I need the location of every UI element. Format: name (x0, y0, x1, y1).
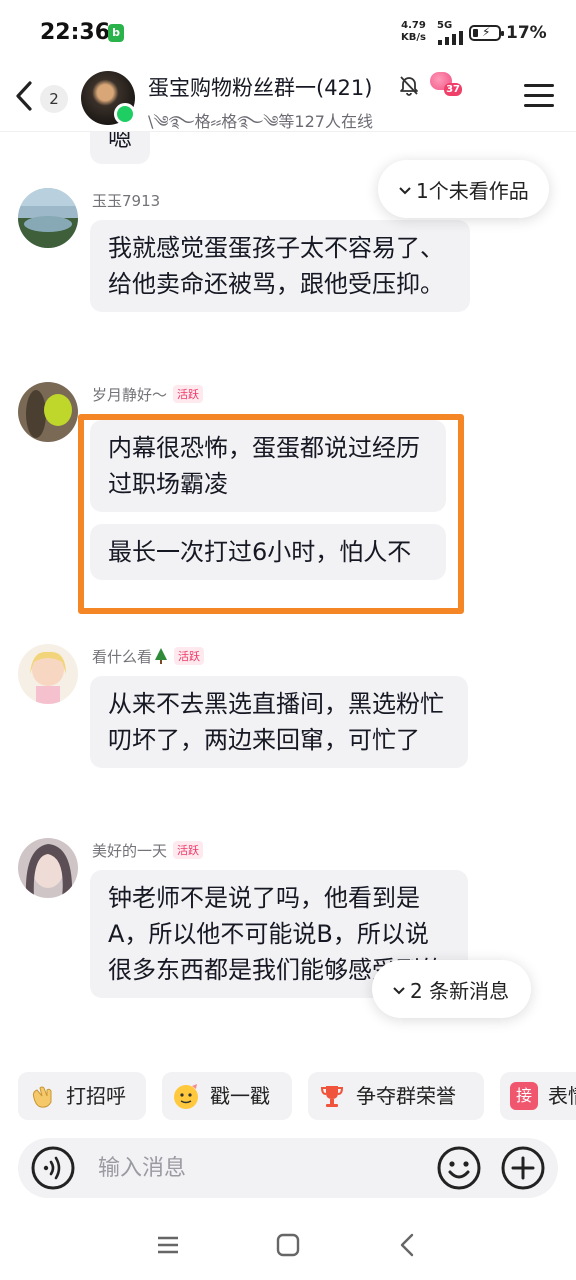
back-icon[interactable] (10, 78, 40, 114)
chat-header: 2 蛋宝购物粉丝群一(421) 37 \༄࿐格⸗⸗格࿐༄等127人在线 (0, 66, 576, 132)
message-input[interactable] (98, 1150, 418, 1186)
active-tag: 活跃 (173, 841, 204, 859)
mute-bell-icon (400, 76, 418, 96)
sticker-icon: 接 (510, 1082, 538, 1110)
quick-action-sticker[interactable]: 接 表情 (500, 1072, 576, 1120)
active-tag: 活跃 (173, 385, 204, 403)
avatar[interactable] (18, 644, 78, 704)
app-notification-icon: b (108, 24, 124, 42)
sender-name[interactable]: 看什么看 活跃 (92, 646, 205, 667)
home-icon[interactable] (273, 1230, 303, 1260)
message-bubble[interactable]: 嗯 (90, 132, 150, 164)
wave-hand-icon (32, 1086, 52, 1108)
group-title[interactable]: 蛋宝购物粉丝群一(421) (148, 72, 372, 102)
status-bar: 22:36 b 4.79 KB/s 5G ⚡ 17% (0, 0, 576, 66)
clock: 22:36 (40, 20, 111, 45)
trophy-icon (320, 1086, 344, 1107)
quick-action-wave[interactable]: 打招呼 (18, 1072, 146, 1120)
message-bubble[interactable]: 我就感觉蛋蛋孩子太不容易了、给他卖命还被骂，跟他受压抑。 (90, 220, 470, 312)
unread-count-badge[interactable]: 2 (40, 85, 68, 113)
sender-name-text: 岁月静好～ (92, 386, 168, 404)
sender-name-text: 看什么看 (92, 648, 153, 666)
system-nav-bar (0, 1210, 576, 1280)
network-type: 5G (437, 20, 453, 31)
sender-name-text: 美好的一天 (92, 842, 168, 860)
quick-action-label: 戳一戳 (210, 1084, 270, 1108)
new-messages-label: 2 条新消息 (410, 979, 510, 1003)
quick-action-label: 打招呼 (66, 1084, 126, 1108)
battery-percent: 17% (506, 23, 547, 43)
active-tag: 活跃 (174, 647, 205, 665)
menu-icon[interactable] (524, 84, 554, 112)
chevron-down-icon (399, 187, 411, 195)
network-speed-value: 4.79 (401, 20, 426, 31)
voice-input-icon[interactable] (30, 1145, 76, 1191)
group-level: 37 (444, 83, 462, 96)
plus-icon[interactable] (500, 1145, 546, 1191)
quick-action-label: 争夺群荣誉 (356, 1084, 456, 1108)
back-nav-icon[interactable] (393, 1230, 423, 1260)
online-status-dot (114, 103, 136, 125)
signal-icon (438, 31, 463, 45)
message-bubble[interactable]: 从来不去黑选直播间，黑选粉忙叨坏了，两边来回窜，可忙了 (90, 676, 468, 768)
network-speed-unit: KB/s (401, 32, 426, 43)
highlight-annotation-box (78, 414, 464, 614)
quick-action-label: 表情 (548, 1084, 576, 1108)
avatar[interactable] (18, 382, 78, 442)
network-speed: 4.79 KB/s (401, 20, 426, 44)
quick-action-honor[interactable]: 争夺群荣誉 (308, 1072, 484, 1120)
sender-name[interactable]: 美好的一天 活跃 (92, 840, 204, 861)
quick-actions-bar: 打招呼 戳一戳 争夺群荣誉 接 表情 (0, 1072, 576, 1124)
unseen-works-label: 1个未看作品 (416, 179, 529, 203)
sender-name[interactable]: 玉玉7913 (92, 190, 160, 211)
quick-action-poke[interactable]: 戳一戳 (162, 1072, 292, 1120)
group-level-badge: 37 (430, 70, 462, 96)
sender-name[interactable]: 岁月静好～ 活跃 (92, 384, 204, 405)
battery-icon: ⚡ (469, 25, 504, 41)
new-messages-button[interactable]: 2 条新消息 (372, 960, 532, 1018)
avatar[interactable] (18, 838, 78, 898)
avatar[interactable] (18, 188, 78, 248)
message-input-bar (18, 1138, 558, 1198)
poke-face-icon (174, 1084, 198, 1109)
recent-apps-icon[interactable] (153, 1230, 183, 1260)
chevron-down-icon (393, 987, 405, 995)
unseen-works-button[interactable]: 1个未看作品 (378, 160, 549, 218)
emoji-icon[interactable] (436, 1145, 482, 1191)
pine-tree-icon (155, 648, 168, 664)
